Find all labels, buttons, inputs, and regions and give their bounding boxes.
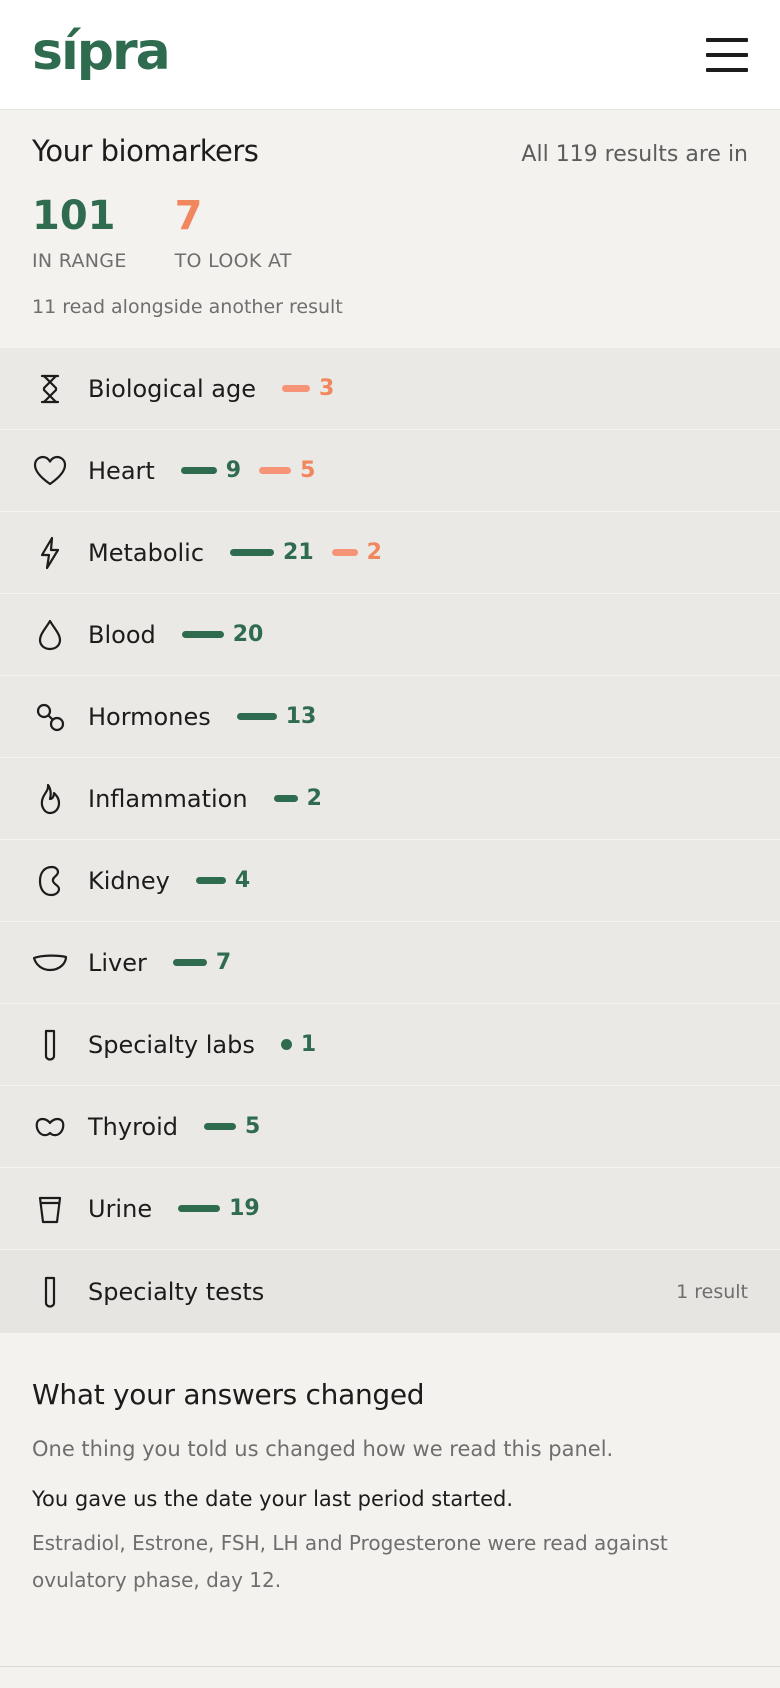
in-range-count: 1 <box>300 1032 317 1057</box>
look-at-bar <box>331 549 358 556</box>
menu-line <box>706 67 748 72</box>
in-range-bar <box>273 795 298 802</box>
category-label: Urine <box>88 1194 153 1223</box>
look-at-stat: 2 <box>331 540 382 565</box>
in-range-label: IN RANGE <box>32 250 127 272</box>
category-row-urine[interactable]: Urine 19 <box>0 1168 780 1250</box>
test-tube-icon <box>32 1274 68 1310</box>
results-status: All 119 results are in <box>521 142 748 167</box>
in-range-count: 101 <box>32 193 116 239</box>
look-at-stat: 3 <box>281 376 335 401</box>
in-range-dot <box>280 1039 292 1050</box>
heart-icon <box>32 453 68 489</box>
in-range-bar <box>181 631 224 638</box>
in-range-count: 4 <box>234 868 251 893</box>
in-range-stat: 13 <box>236 704 317 729</box>
category-row-heart[interactable]: Heart 9 5 <box>0 430 780 512</box>
thyroid-icon <box>32 1109 68 1145</box>
hormones-icon <box>32 699 68 735</box>
category-list: Biological age 3 Heart 9 5 Metabolic 21 … <box>0 348 780 1334</box>
in-range-stat: 4 <box>195 868 251 893</box>
menu-button[interactable] <box>706 37 748 72</box>
category-label: Kidney <box>88 866 170 895</box>
category-row-specialty-tests[interactable]: Specialty tests 1 result <box>0 1250 780 1334</box>
look-at-bar <box>281 385 310 392</box>
kidney-icon <box>32 863 68 899</box>
in-range-bar <box>180 467 217 474</box>
in-range-stat: 101 IN RANGE <box>32 196 127 272</box>
hourglass-icon <box>32 371 68 407</box>
look-at-count: 3 <box>318 376 335 401</box>
in-range-stat: 9 <box>180 458 242 483</box>
answers-subtitle: One thing you told us changed how we rea… <box>32 1437 614 1461</box>
in-range-count: 13 <box>285 704 317 729</box>
in-range-bar <box>172 959 207 966</box>
answers-section: What your answers changed One thing you … <box>0 1334 780 1599</box>
sipra-logo[interactable]: sípra <box>32 26 171 78</box>
in-range-stat: 21 <box>230 540 314 565</box>
look-at-stat: 5 <box>259 458 315 483</box>
answers-title: What your answers changed <box>32 1378 425 1411</box>
category-label: Thyroid <box>88 1112 178 1141</box>
answer-item-detail: Estradiol, Estrone, FSH, LH and Progeste… <box>32 1531 668 1592</box>
category-row-biological-age[interactable]: Biological age 3 <box>0 348 780 430</box>
look-at-stat: 7 TO LOOK AT <box>175 196 292 272</box>
cup-icon <box>32 1191 68 1227</box>
menu-line <box>706 37 748 42</box>
look-at-bar <box>259 467 292 474</box>
header: sípra <box>0 0 780 110</box>
category-row-blood[interactable]: Blood 20 <box>0 594 780 676</box>
in-range-count: 7 <box>215 950 232 975</box>
category-row-inflammation[interactable]: Inflammation 2 <box>0 758 780 840</box>
category-label: Biological age <box>88 374 256 403</box>
in-range-count: 21 <box>283 540 314 565</box>
category-label: Hormones <box>88 702 211 731</box>
in-range-stat: 1 <box>280 1032 317 1057</box>
category-label: Blood <box>88 620 156 649</box>
in-range-count: 20 <box>232 622 264 647</box>
category-row-liver[interactable]: Liver 7 <box>0 922 780 1004</box>
in-range-stat: 5 <box>204 1114 260 1139</box>
category-row-specialty-labs[interactable]: Specialty labs 1 <box>0 1004 780 1086</box>
in-range-bar <box>178 1205 221 1212</box>
drop-icon <box>32 617 68 653</box>
menu-line <box>706 52 748 57</box>
in-range-stat: 20 <box>181 622 264 647</box>
category-label: Metabolic <box>88 538 205 567</box>
look-at-count: 5 <box>300 458 316 483</box>
category-row-thyroid[interactable]: Thyroid 5 <box>0 1086 780 1168</box>
category-row-metabolic[interactable]: Metabolic 21 2 <box>0 512 780 594</box>
in-range-stat: 7 <box>172 950 232 975</box>
flame-icon <box>32 781 68 817</box>
in-range-bar <box>195 877 226 884</box>
summary-note: 11 read alongside another result <box>32 296 343 318</box>
in-range-stat: 2 <box>273 786 322 811</box>
lightning-icon <box>32 535 68 571</box>
summary-title: Your biomarkers <box>32 134 259 168</box>
test-tube-icon <box>32 1027 68 1063</box>
look-at-count: 7 <box>174 193 203 239</box>
result-count: 1 result <box>676 1280 748 1303</box>
answer-item-title: You gave us the date your last period st… <box>32 1487 514 1511</box>
category-label: Specialty labs <box>88 1030 255 1059</box>
in-range-bar <box>204 1123 236 1130</box>
category-label: Inflammation <box>88 784 248 813</box>
in-range-count: 19 <box>229 1196 260 1221</box>
biomarkers-summary: Your biomarkers All 119 results are in 1… <box>0 110 780 348</box>
in-range-stat: 19 <box>178 1196 260 1221</box>
in-range-count: 9 <box>225 458 242 483</box>
category-row-hormones[interactable]: Hormones 13 <box>0 676 780 758</box>
category-row-kidney[interactable]: Kidney 4 <box>0 840 780 922</box>
in-range-bar <box>230 549 275 556</box>
category-label: Liver <box>88 948 147 977</box>
look-at-count: 2 <box>366 540 382 565</box>
category-label: Specialty tests <box>88 1277 265 1306</box>
in-range-count: 2 <box>306 786 322 811</box>
category-label: Heart <box>88 456 155 485</box>
in-range-bar <box>236 713 277 720</box>
liver-icon <box>32 945 68 981</box>
look-at-label: TO LOOK AT <box>174 250 292 272</box>
divider <box>0 1666 780 1667</box>
in-range-count: 5 <box>245 1114 261 1139</box>
